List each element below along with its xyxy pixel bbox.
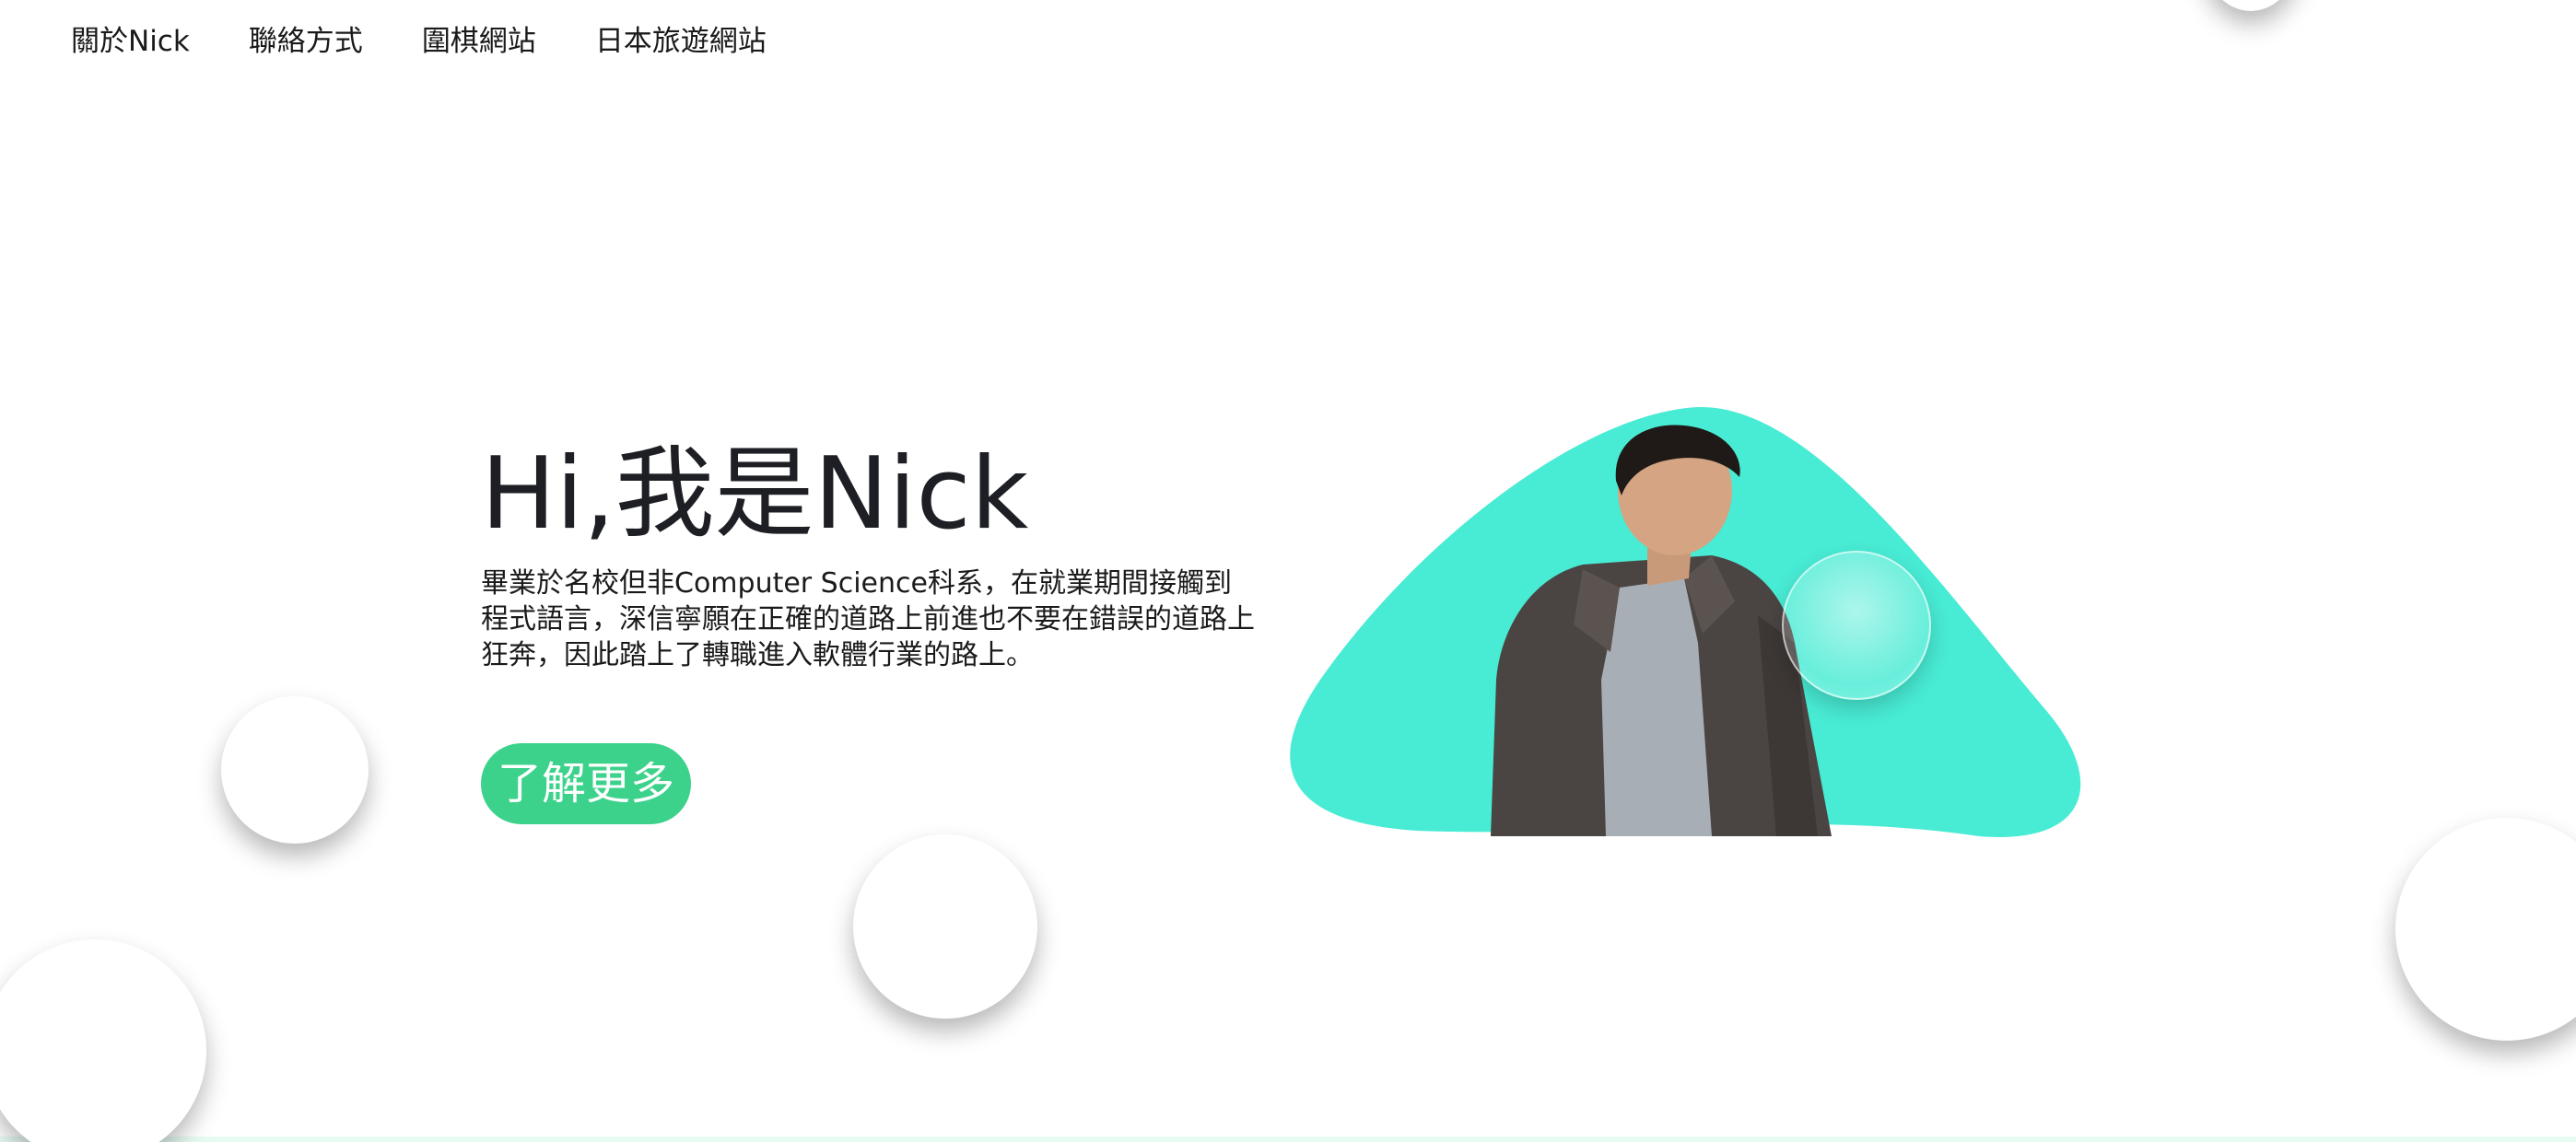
decorative-bubble (2202, 0, 2300, 11)
hero-title: Hi,我是Nick (481, 437, 1029, 552)
decorative-bubble (221, 696, 369, 844)
top-nav: 關於Nick 聯絡方式 圍棋網站 日本旅遊網站 (71, 20, 767, 63)
glass-bubble (1782, 551, 1931, 700)
hero-description: 畢業於名校但非Computer Science科系，在就業期間接觸到程式語言，深… (481, 567, 1255, 671)
decorative-bubble (2395, 818, 2576, 1041)
nav-item-japan-travel-website[interactable]: 日本旅遊網站 (595, 20, 767, 63)
portrait-area (1279, 403, 2090, 845)
nav-item-about[interactable]: 關於Nick (71, 20, 190, 63)
decorative-bubble (853, 834, 1037, 1019)
hero-section: Hi,我是Nick 畢業於名校但非Computer Science科系，在就業期… (481, 431, 1273, 824)
page: 關於Nick 聯絡方式 圍棋網站 日本旅遊網站 Hi,我是Nick 畢業於名校但… (0, 0, 2576, 1142)
portrait-illustration (1290, 406, 2081, 837)
nav-item-go-website[interactable]: 圍棋網站 (422, 20, 536, 63)
bottom-divider (0, 1136, 2576, 1142)
nav-item-contact[interactable]: 聯絡方式 (249, 20, 363, 63)
decorative-bubble (0, 939, 206, 1142)
learn-more-button[interactable]: 了解更多 (481, 743, 692, 824)
